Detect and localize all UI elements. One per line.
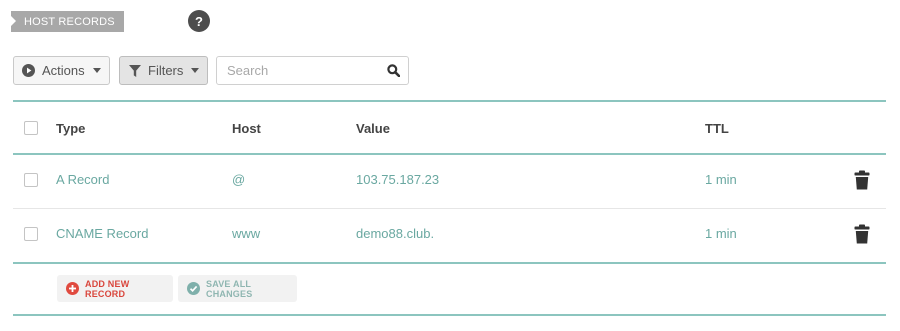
record-ttl[interactable]: 1 min <box>705 226 737 241</box>
section-title: HOST RECORDS <box>24 15 115 28</box>
column-header-ttl: TTL <box>705 121 729 136</box>
plus-circle-icon <box>66 282 79 295</box>
table-bottom-divider <box>13 262 886 264</box>
row-divider <box>13 208 886 209</box>
column-header-type: Type <box>56 121 86 136</box>
help-icon[interactable]: ? <box>188 10 210 32</box>
save-all-changes-button[interactable]: SAVE ALL CHANGES <box>178 275 297 302</box>
record-ttl[interactable]: 1 min <box>705 172 737 187</box>
record-type[interactable]: A Record <box>56 172 109 187</box>
record-host[interactable]: www <box>232 226 260 241</box>
footer-divider <box>13 314 886 316</box>
row-checkbox[interactable] <box>24 173 38 187</box>
save-all-changes-label: SAVE ALL CHANGES <box>206 278 253 299</box>
add-new-record-label: ADD NEW RECORD <box>85 278 130 299</box>
actions-button-label: Actions <box>42 63 85 78</box>
play-circle-icon <box>22 64 35 77</box>
search-icon[interactable] <box>387 64 400 77</box>
record-type[interactable]: CNAME Record <box>56 226 148 241</box>
record-host[interactable]: @ <box>232 172 245 187</box>
search-input[interactable] <box>225 62 387 79</box>
trash-icon[interactable] <box>854 224 870 244</box>
record-value[interactable]: demo88.club. <box>356 226 434 241</box>
check-circle-icon <box>187 282 200 295</box>
column-header-host: Host <box>232 121 261 136</box>
search-box <box>216 56 409 85</box>
row-checkbox[interactable] <box>24 227 38 241</box>
trash-icon[interactable] <box>854 170 870 190</box>
record-value[interactable]: 103.75.187.23 <box>356 172 439 187</box>
section-title-tag: HOST RECORDS <box>11 11 124 32</box>
chevron-down-icon <box>92 68 101 73</box>
select-all-checkbox[interactable] <box>24 121 38 135</box>
column-header-value: Value <box>356 121 390 136</box>
add-new-record-button[interactable]: ADD NEW RECORD <box>57 275 173 302</box>
actions-button[interactable]: Actions <box>13 56 110 85</box>
table-header-divider <box>13 153 886 155</box>
filter-icon <box>129 64 141 77</box>
filters-button[interactable]: Filters <box>119 56 208 85</box>
chevron-down-icon <box>191 68 200 73</box>
filters-button-label: Filters <box>148 63 184 78</box>
table-top-divider <box>13 100 886 102</box>
